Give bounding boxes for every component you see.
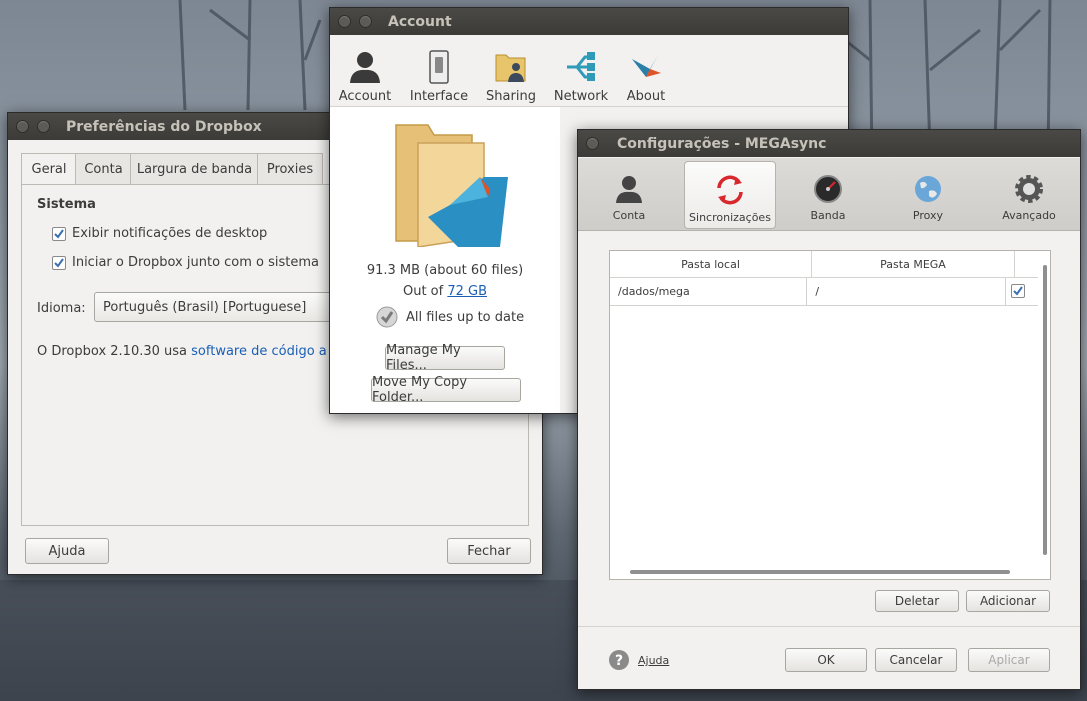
window-title: Preferências do Dropbox	[66, 118, 262, 135]
sync-icon	[717, 175, 743, 205]
megasync-settings-window: Configurações - MEGAsync Conta Sincroniz…	[577, 129, 1081, 690]
user-icon	[616, 176, 642, 203]
account-toolbar: Account Interface Sharing Network About	[330, 36, 848, 107]
row-enabled-checkbox[interactable]	[1010, 284, 1025, 298]
toolbar-sharing[interactable]: Sharing	[482, 36, 540, 104]
horizontal-scrollbar[interactable]	[630, 570, 1010, 574]
window-title: Configurações - MEGAsync	[617, 135, 827, 152]
switch-icon	[429, 50, 449, 84]
apply-button[interactable]: Aplicar	[968, 648, 1050, 672]
toolbar-sincronizacoes[interactable]: Sincronizações	[684, 161, 776, 229]
toolbar-banda-label: Banda	[810, 209, 846, 222]
toolbar-sincronizacoes-label: Sincronizações	[689, 211, 771, 224]
toolbar-proxy[interactable]: Proxy	[898, 158, 958, 228]
gear-icon	[1015, 175, 1043, 203]
toolbar-conta[interactable]: Conta	[598, 158, 660, 228]
close-button[interactable]: Fechar	[447, 538, 531, 564]
network-icon	[567, 52, 595, 81]
table-row[interactable]: /dados/mega /	[610, 277, 1038, 306]
toolbar-conta-label: Conta	[612, 209, 646, 222]
help-icon[interactable]: ?	[608, 649, 630, 671]
minimize-window-button[interactable]	[359, 15, 372, 28]
toolbar-interface[interactable]: Interface	[408, 36, 470, 104]
row-enabled-cell	[1006, 277, 1038, 305]
quota-prefix: Out of	[402, 284, 448, 299]
footer-divider	[578, 626, 1080, 627]
row-mega-path: /	[807, 277, 1006, 305]
toolbar-about[interactable]: About	[620, 36, 672, 104]
tab-geral[interactable]: Geral	[21, 153, 77, 185]
quota-link[interactable]: 72 GB	[447, 284, 487, 299]
version-text: O Dropbox 2.10.30 usa software de código…	[37, 344, 327, 359]
column-header-local[interactable]: Pasta local	[610, 251, 812, 277]
window-title: Account	[388, 13, 452, 30]
quota-text: Out of 72 GB	[330, 284, 560, 299]
checkmark-status-icon	[376, 306, 398, 328]
manage-files-button[interactable]: Manage My Files...	[385, 343, 505, 373]
toolbar-interface-label: Interface	[409, 89, 469, 104]
minimize-window-button[interactable]	[37, 120, 50, 133]
speedometer-icon	[814, 175, 842, 203]
cancel-button[interactable]: Cancelar	[875, 648, 957, 672]
help-link[interactable]: Ajuda	[638, 654, 669, 667]
toolbar-network[interactable]: Network	[550, 36, 612, 104]
start-with-system-checkbox[interactable]	[52, 256, 66, 270]
sync-table: Pasta local Pasta MEGA /dados/mega /	[609, 250, 1051, 580]
tab-largura-de-banda[interactable]: Largura de banda	[130, 153, 259, 184]
help-button[interactable]: Ajuda	[25, 538, 109, 564]
mega-toolbar: Conta Sincronizações Banda Proxy Avançad…	[578, 158, 1080, 231]
section-title: Sistema	[37, 197, 96, 212]
language-label: Idioma:	[37, 301, 86, 316]
row-local-path: /dados/mega	[610, 277, 808, 305]
add-button[interactable]: Adicionar	[966, 590, 1050, 612]
account-content: 91.3 MB (about 60 files) Out of 72 GB Al…	[330, 107, 560, 413]
table-header: Pasta local Pasta MEGA	[610, 251, 1038, 278]
ok-button[interactable]: OK	[785, 648, 867, 672]
desktop-notifications-label: Exibir notificações de desktop	[72, 226, 268, 241]
language-select[interactable]: Português (Brasil) [Portuguese]	[94, 292, 334, 322]
svg-text:?: ?	[615, 653, 623, 669]
toolbar-account[interactable]: Account	[336, 36, 394, 104]
desktop-notifications-checkbox[interactable]	[52, 227, 66, 241]
mega-titlebar: Configurações - MEGAsync	[578, 130, 1080, 157]
version-prefix: O Dropbox 2.10.30 usa	[37, 344, 192, 359]
toolbar-about-label: About	[626, 89, 666, 104]
column-header-mega[interactable]: Pasta MEGA	[812, 251, 1015, 277]
toolbar-proxy-label: Proxy	[912, 209, 944, 222]
account-titlebar: Account	[330, 8, 848, 35]
copy-folder-icon	[395, 124, 508, 247]
toolbar-avancado-label: Avançado	[1002, 209, 1056, 222]
user-icon	[350, 52, 380, 83]
language-value: Português (Brasil) [Portuguese]	[103, 299, 307, 315]
move-folder-button[interactable]: Move My Copy Folder...	[371, 375, 521, 405]
toolbar-avancado[interactable]: Avançado	[998, 158, 1060, 228]
close-window-button[interactable]	[16, 120, 29, 133]
tab-conta[interactable]: Conta	[75, 153, 132, 184]
tab-proxies[interactable]: Proxies	[257, 153, 323, 184]
close-window-button[interactable]	[338, 15, 351, 28]
delete-button[interactable]: Deletar	[875, 590, 959, 612]
toolbar-banda[interactable]: Banda	[798, 158, 858, 228]
open-source-link[interactable]: software de código abert	[191, 344, 327, 359]
shared-folder-icon	[495, 54, 526, 82]
sync-status: All files up to date	[406, 310, 525, 325]
toolbar-sharing-label: Sharing	[486, 89, 536, 104]
usage-text: 91.3 MB (about 60 files)	[366, 263, 524, 278]
copy-crane-icon	[632, 55, 661, 77]
close-window-button[interactable]	[586, 137, 599, 150]
toolbar-network-label: Network	[553, 89, 609, 104]
start-with-system-label: Iniciar o Dropbox junto com o sistema	[72, 255, 320, 270]
globe-icon	[915, 176, 941, 202]
toolbar-account-label: Account	[338, 89, 392, 104]
vertical-scrollbar[interactable]	[1043, 265, 1047, 555]
